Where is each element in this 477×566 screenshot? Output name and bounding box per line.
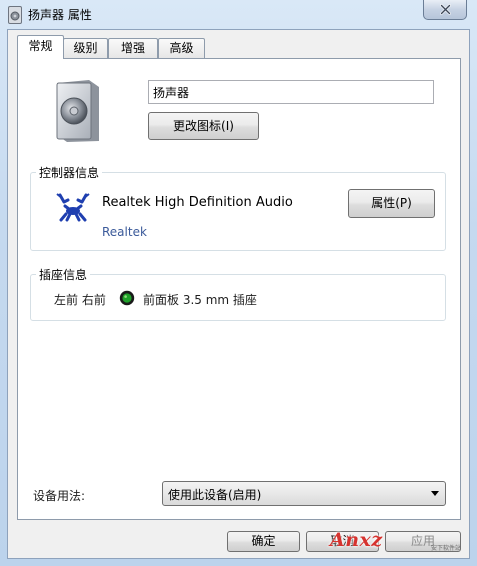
realtek-crab-icon	[56, 193, 90, 222]
device-usage-label: 设备用法:	[33, 489, 86, 503]
device-usage-select[interactable]: 使用此设备(启用)	[162, 481, 446, 506]
speaker-icon	[56, 80, 99, 142]
watermark-subtitle: 安下软件站	[431, 545, 462, 552]
close-icon	[440, 4, 451, 15]
chevron-down-icon	[431, 491, 439, 496]
jack-location: 前面板 3.5 mm 插座	[143, 293, 257, 307]
speaker-app-icon	[8, 6, 22, 24]
controller-properties-button[interactable]: 属性(P)	[348, 189, 435, 218]
device-usage-value: 使用此设备(启用)	[168, 488, 262, 502]
jack-color-icon	[119, 290, 135, 306]
close-button[interactable]	[423, 0, 467, 20]
tab-advanced[interactable]: 高级	[158, 38, 205, 58]
watermark-logo: Anxz	[330, 529, 383, 551]
jack-info-label: 插座信息	[36, 266, 91, 283]
tab-levels[interactable]: 级别	[63, 38, 108, 58]
tab-enhancements[interactable]: 增强	[108, 38, 158, 58]
ok-button[interactable]: 确定	[227, 531, 300, 552]
controller-info-label: 控制器信息	[36, 164, 103, 181]
change-icon-button[interactable]: 更改图标(I)	[148, 112, 259, 140]
window-title: 扬声器 属性	[28, 8, 92, 22]
jack-channels: 左前 右前	[54, 293, 106, 307]
driver-name: Realtek High Definition Audio	[102, 195, 293, 210]
vendor-name: Realtek	[102, 225, 147, 239]
device-name-input[interactable]: 扬声器	[148, 80, 434, 104]
tab-general[interactable]: 常规	[17, 35, 64, 59]
